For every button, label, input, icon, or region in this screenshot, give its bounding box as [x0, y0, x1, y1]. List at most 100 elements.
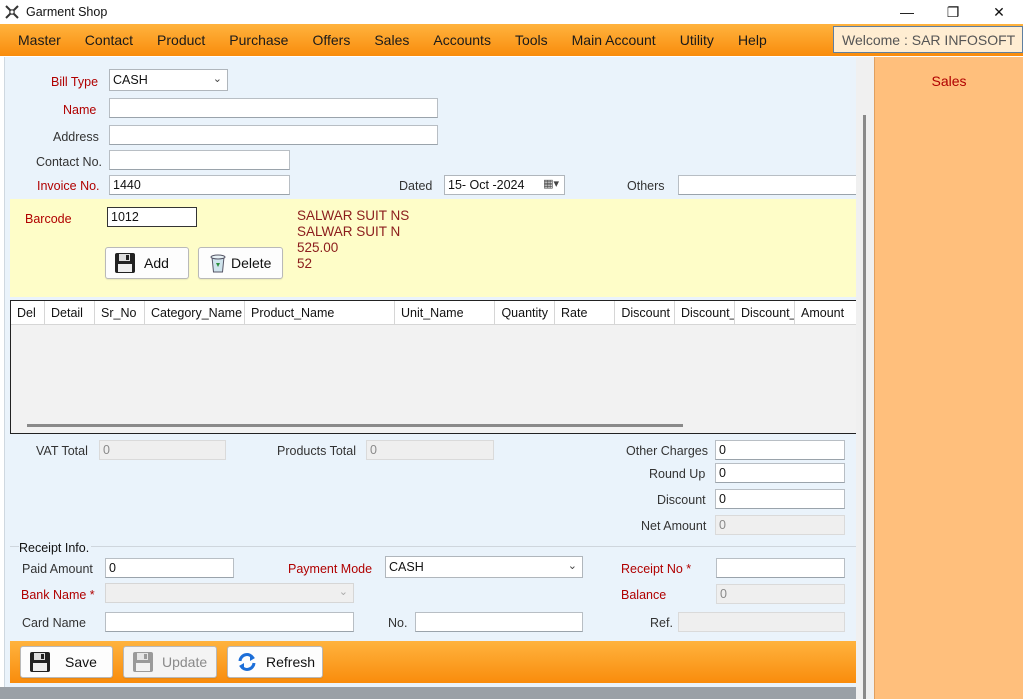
minimize-button[interactable]: —	[884, 0, 930, 24]
contact-label: Contact No.	[36, 155, 103, 169]
recycle-bin-icon	[210, 254, 226, 273]
save-button[interactable]: Save	[20, 646, 113, 678]
column-header-del[interactable]: Del	[11, 301, 45, 325]
payment-mode-label: Payment Mode	[288, 562, 373, 576]
menu-product[interactable]: Product	[145, 24, 217, 56]
menu-tools[interactable]: Tools	[503, 24, 560, 56]
column-header-discount-amount[interactable]: Discount_	[735, 301, 795, 325]
app-logo-icon	[4, 4, 20, 20]
vat-total-label: VAT Total	[36, 444, 88, 458]
bill-type-value: CASH	[113, 73, 148, 87]
bank-name-select[interactable]: ⌄	[105, 583, 354, 603]
net-amount-value: 0	[715, 515, 845, 535]
contact-input[interactable]	[109, 150, 290, 170]
delete-button[interactable]: Delete	[198, 247, 283, 279]
menu-contact[interactable]: Contact	[73, 24, 145, 56]
card-no-label: No.	[388, 616, 408, 630]
name-input[interactable]	[109, 98, 438, 118]
side-panel-title: Sales	[931, 73, 967, 89]
column-header-unit-name[interactable]: Unit_Name	[395, 301, 495, 325]
date-value: 15- Oct -2024	[448, 178, 525, 192]
column-header-detail[interactable]: Detail	[45, 301, 95, 325]
refresh-button[interactable]: Refresh	[227, 646, 323, 678]
net-amount-label: Net Amount	[641, 519, 707, 533]
window-title: Garment Shop	[26, 5, 108, 19]
round-up-label: Round Up	[649, 467, 706, 481]
barcode-input[interactable]: 1012	[107, 207, 197, 227]
others-input[interactable]	[678, 175, 857, 195]
side-panel: Sales	[874, 57, 1023, 699]
update-button[interactable]: Update	[123, 646, 217, 678]
column-header-sr-no[interactable]: Sr_No	[95, 301, 145, 325]
barcode-panel: Barcode 1012 SALWAR SUIT NS SALWAR SUIT …	[10, 199, 857, 297]
add-button[interactable]: Add	[105, 247, 189, 279]
bill-type-label: Bill Type	[51, 75, 99, 89]
refresh-button-label: Refresh	[266, 654, 316, 670]
bill-type-select[interactable]: CASH ⌄	[109, 69, 228, 91]
products-total-value: 0	[366, 440, 494, 460]
receipt-separator	[10, 546, 857, 547]
vat-total-value: 0	[99, 440, 226, 460]
footer-toolbar: Save Update Refresh	[10, 641, 857, 683]
date-picker[interactable]: 15- Oct -2024 ▦▾	[444, 175, 565, 195]
balance-label: Balance	[621, 588, 667, 602]
address-input[interactable]	[109, 125, 438, 145]
status-strip	[0, 687, 856, 699]
menu-utility[interactable]: Utility	[668, 24, 726, 56]
close-button[interactable]: ✕	[976, 0, 1022, 24]
barcode-label: Barcode	[25, 212, 72, 226]
column-header-discount-percent[interactable]: Discount_	[675, 301, 735, 325]
receipt-info-legend: Receipt Info.	[19, 541, 92, 555]
menu-sales[interactable]: Sales	[362, 24, 421, 56]
card-name-input[interactable]	[105, 612, 354, 632]
paid-amount-label: Paid Amount	[22, 562, 93, 576]
menu-accounts[interactable]: Accounts	[421, 24, 503, 56]
receipt-no-label: Receipt No *	[621, 562, 692, 576]
payment-mode-value: CASH	[389, 560, 424, 574]
payment-mode-select[interactable]: CASH ⌄	[385, 556, 583, 578]
calendar-icon[interactable]: ▦▾	[543, 177, 559, 190]
card-no-input[interactable]	[415, 612, 583, 632]
menu-offers[interactable]: Offers	[300, 24, 362, 56]
column-header-discount[interactable]: Discount	[615, 301, 675, 325]
receipt-no-input[interactable]	[716, 558, 845, 578]
menu-purchase[interactable]: Purchase	[217, 24, 300, 56]
menu-main-account[interactable]: Main Account	[560, 24, 668, 56]
address-label: Address	[53, 130, 99, 144]
product-grid[interactable]: Del Detail Sr_No Category_Name Product_N…	[10, 300, 857, 434]
name-label: Name	[63, 103, 97, 117]
menu-master[interactable]: Master	[0, 24, 73, 56]
floppy-disk-icon	[115, 253, 135, 273]
discount-label: Discount	[657, 493, 706, 507]
barcode-product-info: SALWAR SUIT NS SALWAR SUIT N 525.00 52	[297, 208, 409, 272]
card-name-label: Card Name	[22, 616, 86, 630]
column-header-amount[interactable]: Amount	[795, 301, 855, 325]
discount-input[interactable]: 0	[715, 489, 845, 509]
product-short-name-line: SALWAR SUIT N	[297, 224, 401, 239]
ref-value	[678, 612, 845, 632]
vertical-scrollbar[interactable]	[856, 57, 874, 699]
column-header-rate[interactable]: Rate	[555, 301, 615, 325]
sales-form: Bill Type CASH ⌄ Name Address Contact No…	[4, 57, 857, 687]
add-button-label: Add	[144, 255, 169, 271]
invoice-input[interactable]: 1440	[109, 175, 290, 195]
other-charges-input[interactable]: 0	[715, 440, 845, 460]
product-name-line: SALWAR SUIT NS	[297, 208, 410, 223]
round-up-input[interactable]: 0	[715, 463, 845, 483]
paid-amount-input[interactable]: 0	[105, 558, 234, 578]
column-header-category-name[interactable]: Category_Name	[145, 301, 245, 325]
product-price-line: 525.00	[297, 240, 339, 255]
balance-value: 0	[716, 584, 845, 604]
title-bar: Garment Shop — ❐ ✕	[0, 0, 1023, 24]
menu-help[interactable]: Help	[726, 24, 779, 56]
update-button-label: Update	[162, 654, 208, 670]
column-header-product-name[interactable]: Product_Name	[245, 301, 395, 325]
chevron-down-icon: ⌄	[212, 73, 222, 85]
column-header-quantity[interactable]: Quantity	[495, 301, 555, 325]
grid-horizontal-scrollbar[interactable]	[27, 424, 683, 427]
save-button-label: Save	[65, 654, 97, 670]
scrollbar-thumb[interactable]	[863, 115, 866, 699]
invoice-label: Invoice No.	[37, 179, 100, 193]
ref-label: Ref.	[650, 616, 673, 630]
maximize-button[interactable]: ❐	[930, 0, 976, 24]
